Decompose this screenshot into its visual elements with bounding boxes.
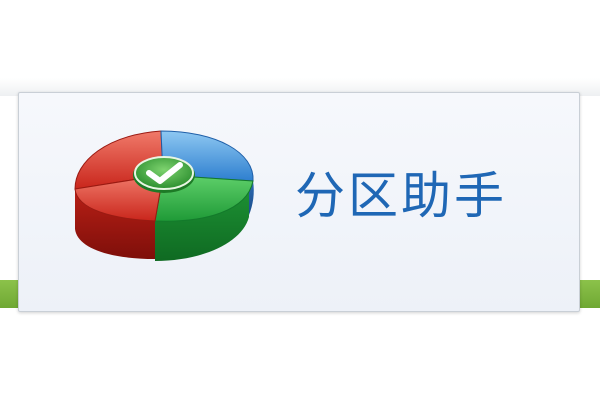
app-title: 分区助手: [295, 167, 507, 225]
screenshot-root: 分区助手: [0, 0, 600, 400]
partition-pie-icon: [74, 130, 254, 261]
background-green-strip-right: [578, 280, 600, 308]
app-banner-card[interactable]: 分区助手: [18, 92, 580, 312]
